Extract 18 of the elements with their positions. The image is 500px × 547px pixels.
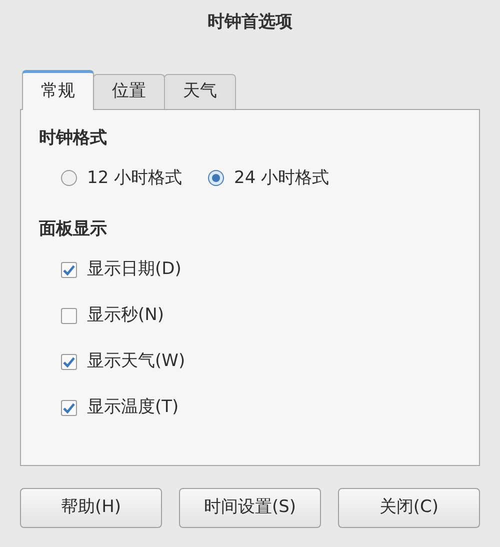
dialog-button[interactable]: 时间设置(S) bbox=[179, 488, 321, 528]
checkbox-option[interactable]: 显示天气(W) bbox=[61, 348, 461, 374]
tab[interactable]: 常规 bbox=[22, 70, 94, 110]
checkbox-option[interactable]: 显示温度(T) bbox=[61, 394, 461, 420]
dialog-button[interactable]: 关闭(C) bbox=[338, 488, 480, 528]
window-title: 时钟首选项 bbox=[206, 11, 294, 34]
radio-option[interactable]: 24 小时格式 bbox=[208, 166, 330, 191]
checkmark-icon bbox=[62, 354, 76, 368]
radio-option[interactable]: 12 小时格式 bbox=[61, 166, 182, 191]
checkmark-icon bbox=[62, 400, 76, 414]
checkmark-icon bbox=[62, 262, 76, 276]
dialog-button[interactable]: 帮助(H) bbox=[20, 488, 162, 528]
section-heading: 时钟格式 bbox=[39, 127, 108, 150]
tab[interactable]: 位置 bbox=[93, 74, 165, 109]
checkbox-option[interactable]: 显示日期(D) bbox=[61, 256, 461, 282]
checkbox-option[interactable]: 显示秒(N) bbox=[61, 302, 461, 328]
section-heading: 面板显示 bbox=[39, 218, 108, 241]
tab[interactable]: 天气 bbox=[164, 74, 236, 109]
